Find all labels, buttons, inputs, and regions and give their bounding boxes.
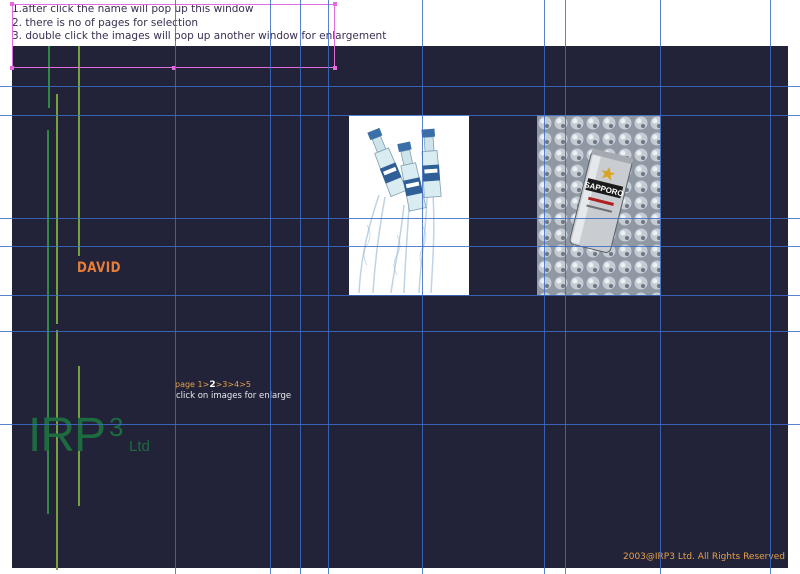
copyright-footer: 2003@IRP3 Ltd. All Rights Reserved xyxy=(623,552,785,562)
water-bottles-image xyxy=(349,115,469,295)
layout-guide-horizontal xyxy=(0,246,800,247)
decor-line xyxy=(56,94,58,324)
resize-handle[interactable] xyxy=(10,2,14,6)
layout-guide-horizontal xyxy=(0,295,800,296)
layout-guide-horizontal xyxy=(0,424,800,425)
page-separator: > xyxy=(239,380,246,389)
layout-guide-horizontal xyxy=(0,115,800,116)
irp3-logo: IRP 3 Ltd xyxy=(28,408,150,463)
pagination-prefix: page xyxy=(175,380,195,389)
decor-line xyxy=(78,46,80,256)
pagination: page 1>2>3>4>5 xyxy=(175,380,251,390)
selection-box[interactable] xyxy=(12,4,335,68)
sapporo-can-image: SAPPORO xyxy=(537,115,661,295)
logo-main: IRP xyxy=(28,409,106,462)
layout-guide-horizontal xyxy=(0,331,800,332)
water-bottles-photo[interactable] xyxy=(349,115,469,295)
resize-handle[interactable] xyxy=(333,66,337,70)
logo-superscript: 3 xyxy=(109,412,124,442)
artist-name-link[interactable]: DAVID xyxy=(77,260,121,276)
resize-handle[interactable] xyxy=(333,2,337,6)
page-link-5[interactable]: 5 xyxy=(246,380,251,389)
logo-suffix: Ltd xyxy=(129,438,150,455)
layout-guide-horizontal xyxy=(0,218,800,219)
enlarge-hint: click on images for enlarge xyxy=(176,391,292,401)
resize-handle[interactable] xyxy=(10,66,14,70)
sapporo-can-photo[interactable]: SAPPORO xyxy=(537,115,661,295)
layout-guide-horizontal xyxy=(0,86,800,87)
